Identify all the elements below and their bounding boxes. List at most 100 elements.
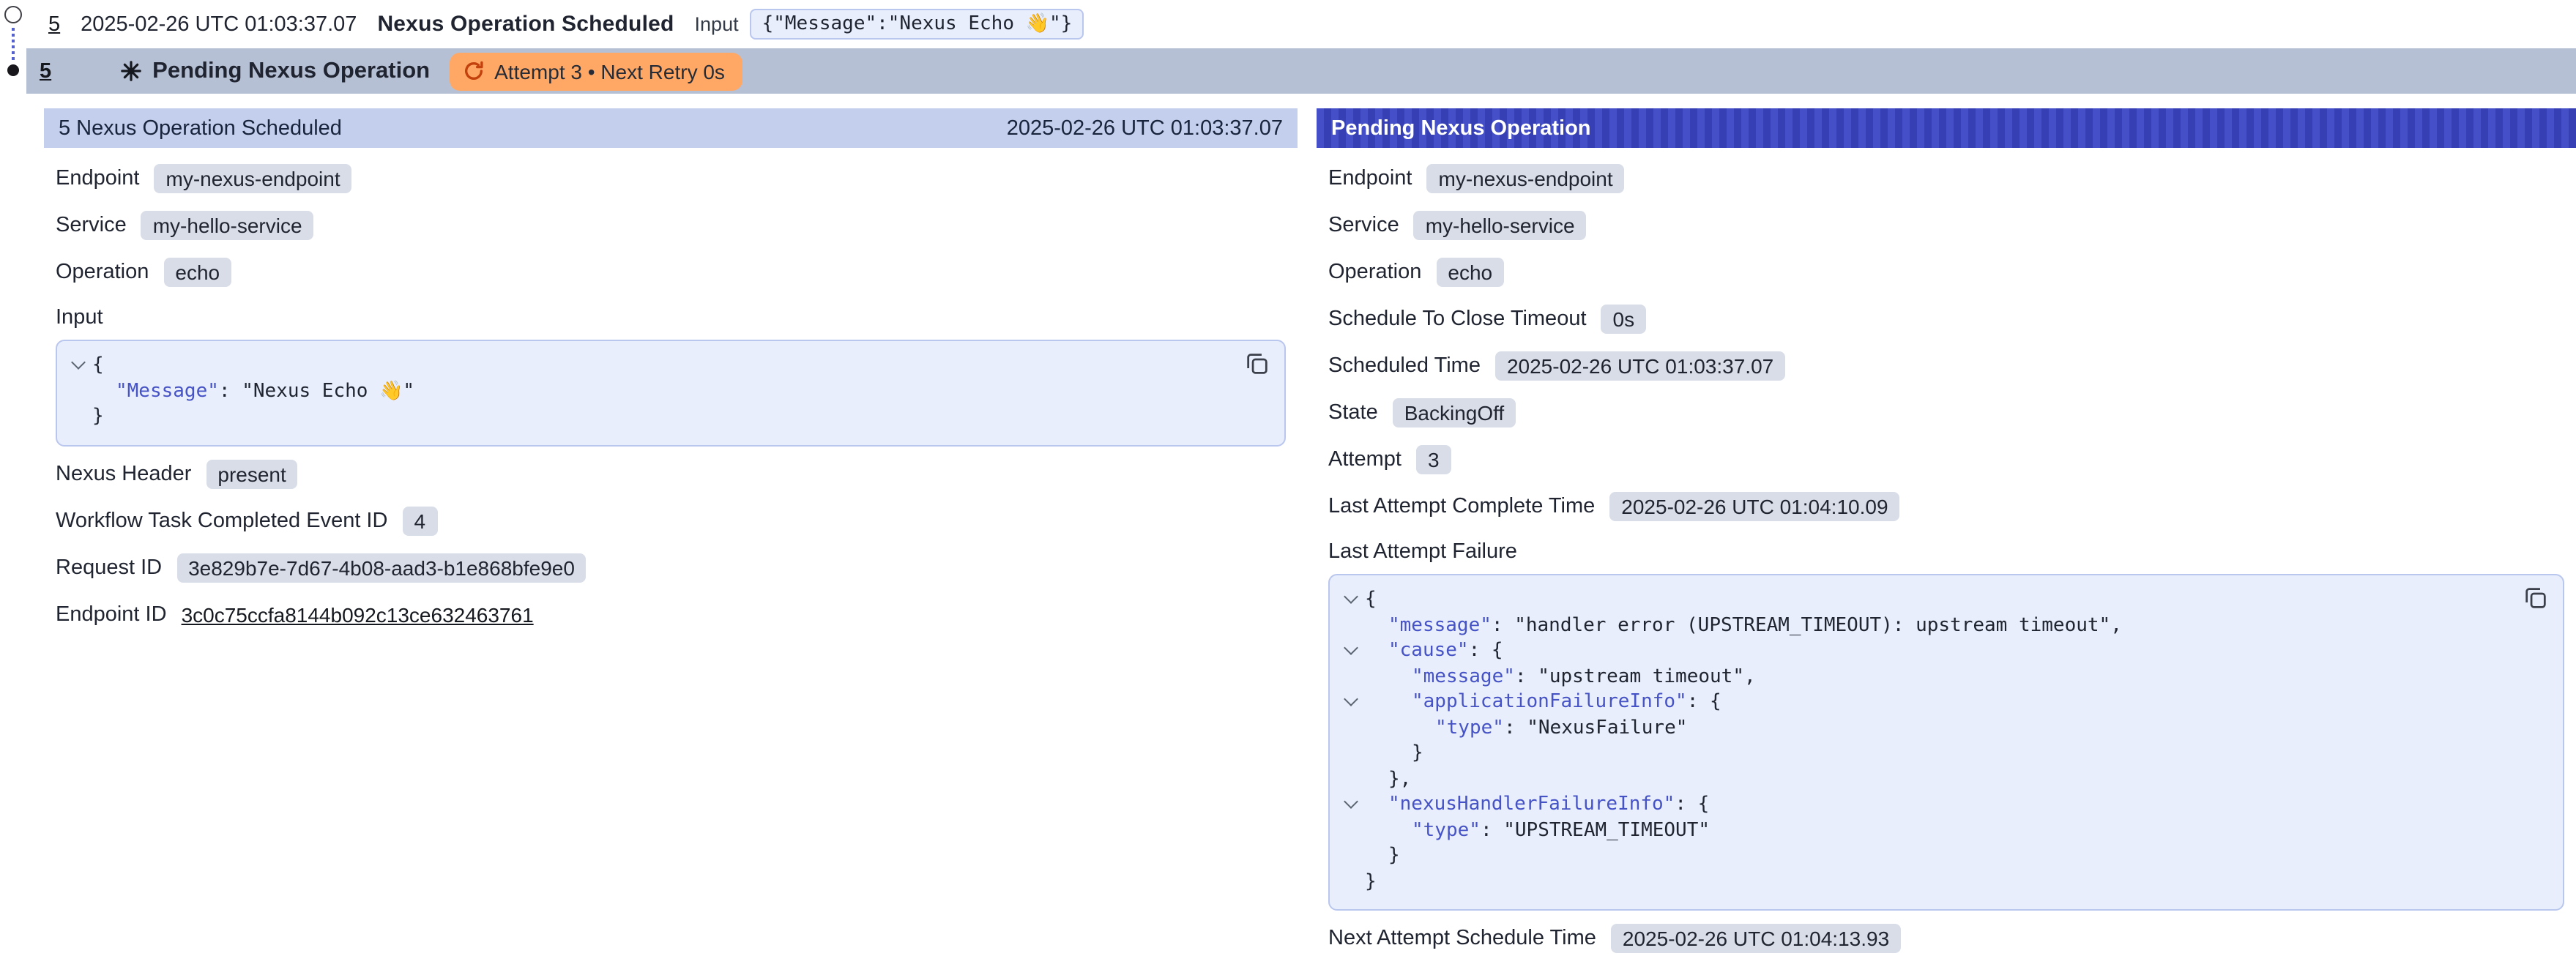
collapse-toggle[interactable] xyxy=(1336,598,1365,602)
detail-row: Last Attempt Complete Time2025-02-26 UTC… xyxy=(1328,488,2564,526)
json-line: } xyxy=(1336,741,2498,766)
field-value-badge: echo xyxy=(163,258,231,287)
chevron-down-icon xyxy=(1343,692,1358,707)
detail-list: Endpointmy-nexus-endpointServicemy-hello… xyxy=(1328,160,2564,526)
field-value-badge: present xyxy=(206,459,297,488)
json-string: "handler error (UPSTREAM_TIMEOUT): upstr… xyxy=(1514,614,2122,636)
json-lines: {"message": "handler error (UPSTREAM_TIM… xyxy=(1336,587,2498,895)
timeline-rail xyxy=(0,0,26,956)
field-value-badge: 4 xyxy=(402,506,437,535)
field-label: Endpoint xyxy=(56,167,140,190)
detail-row: Endpoint ID 3c0c75ccfa8144b092c13ce632463… xyxy=(56,595,1286,633)
failure-json-block: {"message": "handler error (UPSTREAM_TIM… xyxy=(1328,574,2564,911)
json-key: "Message" xyxy=(116,380,219,402)
field-value-badge: 3e829b7e-7d67-4b08-aad3-b1e868bfe9e0 xyxy=(176,553,587,582)
failure-block-label: Last Attempt Failure xyxy=(1328,540,2564,564)
event-history-row[interactable]: 5 2025-02-26 UTC 01:03:37.07 Nexus Opera… xyxy=(26,0,2576,48)
field-label: Endpoint ID xyxy=(56,602,167,626)
json-line: "cause": { xyxy=(1336,638,2498,664)
detail-row: Scheduled Time2025-02-26 UTC 01:03:37.07 xyxy=(1328,347,2564,385)
detail-row: Servicemy-hello-service xyxy=(56,206,1286,244)
json-key: "type" xyxy=(1412,819,1481,841)
json-text: "message": "upstream timeout", xyxy=(1365,664,1756,690)
json-key: "type" xyxy=(1435,717,1504,739)
json-plain: }, xyxy=(1388,768,1411,790)
json-plain: } xyxy=(1365,870,1377,892)
json-key: "applicationFailureInfo" xyxy=(1412,691,1687,713)
json-line: "Message": "Nexus Echo 👋" xyxy=(63,378,1220,404)
asterisk-icon xyxy=(120,60,142,82)
detail-row: Nexus Header present xyxy=(56,455,1286,493)
event-detail-timestamp: 2025-02-26 UTC 01:03:37.07 xyxy=(1007,116,1283,140)
pending-panel-title: Pending Nexus Operation xyxy=(1331,116,1591,140)
detail-list: Nexus Header present Workflow Task Complet… xyxy=(56,455,1286,633)
json-string: "upstream timeout", xyxy=(1538,665,1755,687)
detail-row: Servicemy-hello-service xyxy=(1328,206,2564,244)
json-line: "nexusHandlerFailureInfo": { xyxy=(1336,792,2498,818)
json-text: "nexusHandlerFailureInfo": { xyxy=(1365,792,1709,818)
event-detail-panel: 5 Nexus Operation Scheduled 2025-02-26 U… xyxy=(44,108,1298,956)
json-text: } xyxy=(1365,869,1377,895)
pending-operation-row[interactable]: 5 Pending Nexus Operation Attempt xyxy=(26,48,2576,94)
json-key: "message" xyxy=(1388,614,1492,636)
copy-icon xyxy=(2523,586,2548,610)
field-value-badge: 2025-02-26 UTC 01:04:10.09 xyxy=(1609,492,1899,521)
json-text: } xyxy=(1365,741,1423,766)
json-text: { xyxy=(92,353,104,378)
event-id-link[interactable]: 5 xyxy=(48,12,60,36)
json-text: { xyxy=(1365,587,1377,613)
input-label: Input xyxy=(695,13,739,35)
event-timestamp: 2025-02-26 UTC 01:03:37.07 xyxy=(81,12,357,36)
collapse-toggle[interactable] xyxy=(1336,803,1365,807)
field-value-badge: my-nexus-endpoint xyxy=(155,164,352,193)
field-value-badge: 2025-02-26 UTC 01:03:37.07 xyxy=(1495,351,1785,381)
json-text: "Message": "Nexus Echo 👋" xyxy=(92,378,414,404)
event-id-link[interactable]: 5 xyxy=(40,59,51,83)
detail-row: Attempt3 xyxy=(1328,441,2564,479)
json-key: "message" xyxy=(1412,665,1515,687)
main-content: 5 2025-02-26 UTC 01:03:37.07 Nexus Opera… xyxy=(26,0,2576,956)
field-value-badge: 0s xyxy=(1601,305,1647,334)
dot-icon xyxy=(7,64,19,76)
event-detail-title: 5 Nexus Operation Scheduled xyxy=(59,116,342,140)
json-plain: { xyxy=(92,354,104,376)
detail-row: Next Attempt Schedule Time2025-02-26 UTC… xyxy=(1328,919,2564,956)
collapse-toggle[interactable] xyxy=(1336,701,1365,705)
copy-icon xyxy=(1245,351,1270,376)
json-string: "NexusFailure" xyxy=(1527,717,1687,739)
field-label: Workflow Task Completed Event ID xyxy=(56,509,387,532)
json-line: "type": "NexusFailure" xyxy=(1336,715,2498,741)
json-text: "type": "UPSTREAM_TIMEOUT" xyxy=(1365,818,1710,843)
field-label: Attempt xyxy=(1328,448,1401,471)
json-plain: : xyxy=(1492,614,1514,636)
json-line: } xyxy=(63,404,1220,430)
input-block-label: Input xyxy=(56,306,1286,329)
detail-panels: 5 Nexus Operation Scheduled 2025-02-26 U… xyxy=(44,108,2576,956)
json-plain: } xyxy=(1412,742,1423,764)
json-plain: } xyxy=(1388,845,1400,867)
field-label: Endpoint xyxy=(1328,167,1412,190)
collapse-toggle[interactable] xyxy=(1336,649,1365,654)
attempt-retry-text: Attempt 3 • Next Retry 0s xyxy=(494,59,725,83)
json-plain: : xyxy=(1515,665,1538,687)
json-plain: : xyxy=(219,380,242,402)
event-name: Nexus Operation Scheduled xyxy=(377,12,674,37)
pending-operation-panel: Pending Nexus Operation Endpointmy-nexus… xyxy=(1317,108,2576,956)
field-label: Operation xyxy=(1328,261,1421,284)
field-value-link[interactable]: 3c0c75ccfa8144b092c13ce632463761 xyxy=(182,602,534,626)
chevron-down-icon xyxy=(1343,590,1358,605)
json-plain: } xyxy=(92,406,104,427)
detail-row: Schedule To Close Timeout0s xyxy=(1328,300,2564,338)
collapse-toggle[interactable] xyxy=(63,364,92,368)
json-line: { xyxy=(63,353,1220,378)
json-string: "Nexus Echo 👋" xyxy=(242,380,414,402)
event-detail-header: 5 Nexus Operation Scheduled 2025-02-26 U… xyxy=(44,108,1298,148)
copy-button[interactable] xyxy=(2523,586,2548,610)
json-line: "message": "handler error (UPSTREAM_TIME… xyxy=(1336,613,2498,638)
timeline-connector xyxy=(12,28,15,60)
json-lines: {"Message": "Nexus Echo 👋"} xyxy=(63,353,1220,430)
copy-button[interactable] xyxy=(1245,351,1270,376)
field-value-badge: echo xyxy=(1436,258,1504,287)
field-label: Nexus Header xyxy=(56,462,191,485)
json-text: "cause": { xyxy=(1365,638,1503,664)
